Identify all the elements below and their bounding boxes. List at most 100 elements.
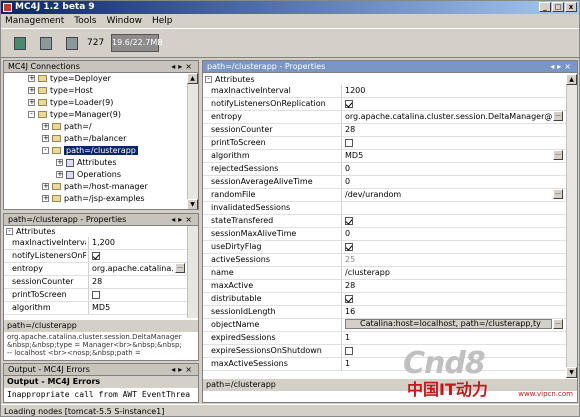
tree-node[interactable]: + path=/host-manager [4, 181, 148, 193]
minimize-button[interactable]: _ [539, 2, 551, 12]
property-value-button[interactable]: Catalina:host=localhost, path=/clusterap… [345, 319, 552, 329]
tree-node[interactable]: + type=Host [4, 85, 93, 97]
panel-controls[interactable]: ◂▸× [171, 61, 195, 73]
property-checkbox[interactable] [345, 215, 552, 226]
property-row[interactable]: sessionCounter 28 [203, 124, 566, 137]
tree-node[interactable]: + type=Loader(9) [4, 97, 113, 109]
property-row[interactable]: maxInactiveInterval 1,200 [4, 237, 188, 250]
expand-icon[interactable]: + [42, 123, 49, 130]
scroll-down-icon[interactable]: ▼ [187, 199, 198, 209]
gc-button[interactable] [61, 33, 81, 53]
expand-icon[interactable]: + [28, 87, 35, 94]
property-value[interactable]: 0 [345, 176, 552, 187]
collapse-icon[interactable]: - [205, 76, 212, 83]
property-value[interactable]: 1 [345, 332, 552, 343]
collapse-icon[interactable]: - [28, 111, 35, 118]
property-checkbox[interactable] [345, 137, 552, 148]
property-value[interactable]: MD5 [345, 150, 552, 161]
main-panel-controls[interactable]: ◂▸× [550, 61, 574, 73]
checkbox-checked-icon[interactable] [345, 294, 353, 303]
property-row[interactable]: notifyListenersOnReplication [203, 98, 566, 111]
property-value[interactable]: 0 [345, 228, 552, 239]
property-value[interactable]: 0 [345, 163, 552, 174]
menu-management[interactable]: Management [5, 14, 64, 28]
property-value[interactable]: 28 [345, 124, 552, 135]
disconnect-button[interactable] [35, 33, 55, 53]
property-row[interactable]: randomFile/dev/urandom... [203, 189, 566, 202]
property-value[interactable]: org.apache.catalina.cluster.session.Delt… [345, 111, 552, 122]
property-row[interactable]: invalidatedSessions [203, 202, 566, 215]
attributes-section[interactable]: - Attributes [203, 74, 566, 85]
memory-indicator[interactable]: 19.6/22.7MB [111, 34, 163, 52]
checkbox-checked-icon[interactable] [345, 99, 353, 108]
attributes-section[interactable]: - Attributes [4, 226, 188, 237]
checkbox-checked-icon[interactable] [345, 216, 353, 225]
output-title[interactable]: Output - MC4J Errors [8, 365, 90, 374]
tree-node[interactable]: + Attributes [4, 157, 117, 169]
property-row[interactable]: algorithm MD5 [4, 302, 188, 315]
property-row[interactable]: sessionAverageAliveTime 0 [203, 176, 566, 189]
property-row[interactable]: distributable [203, 293, 566, 306]
checkbox-unchecked-icon[interactable] [345, 346, 353, 355]
mini-scrollbar[interactable] [187, 226, 198, 318]
property-row[interactable]: stateTransfered [203, 215, 566, 228]
ellipsis-button[interactable]: ... [553, 319, 563, 329]
property-row[interactable]: entropy org.apache.catalina.cluster.sessi… [203, 111, 566, 124]
main-scrollbar[interactable]: ▲ ▼ [566, 74, 577, 378]
tree-node[interactable]: + type=Deployer [4, 73, 111, 85]
tree-node[interactable]: + Operations [4, 169, 121, 181]
collapse-icon[interactable]: - [42, 147, 49, 154]
expand-icon[interactable]: + [28, 99, 35, 106]
property-value[interactable]: 25 [345, 254, 552, 265]
scroll-up-icon[interactable]: ▲ [566, 74, 577, 85]
property-value[interactable]: org.apache.catalina.cl [92, 263, 174, 274]
property-row[interactable]: rejectedSessions 0 [203, 163, 566, 176]
checkbox-checked-icon[interactable] [92, 251, 100, 260]
property-row[interactable]: name/clusterapp [203, 267, 566, 280]
property-row[interactable]: printToScreen [4, 289, 188, 302]
checkbox-checked-icon[interactable] [345, 242, 353, 251]
output-tab[interactable]: Output - MC4J Errors [4, 376, 198, 388]
property-checkbox[interactable] [92, 289, 174, 300]
property-row[interactable]: maxInactiveInterval 1200 [203, 85, 566, 98]
ellipsis-button[interactable]: ... [553, 150, 563, 160]
expand-icon[interactable]: + [42, 195, 49, 202]
ellipsis-button[interactable]: ... [553, 111, 563, 121]
property-value[interactable]: 28 [345, 280, 552, 291]
property-checkbox[interactable] [345, 293, 552, 304]
property-value[interactable]: /clusterapp [345, 267, 552, 278]
property-value[interactable]: 1,200 [92, 237, 174, 248]
property-row[interactable]: printToScreen [203, 137, 566, 150]
property-value[interactable]: 16 [345, 306, 552, 317]
property-row[interactable]: expiredSessions 1 [203, 332, 566, 345]
property-value[interactable]: /dev/urandom [345, 189, 552, 200]
menu-window[interactable]: Window [106, 14, 142, 28]
property-row[interactable]: notifyListenersOnRepl [4, 250, 188, 263]
property-value[interactable]: 28 [92, 276, 174, 287]
property-row[interactable]: useDirtyFlag [203, 241, 566, 254]
output-panel-controls[interactable]: ◂▸× [171, 364, 195, 376]
property-checkbox[interactable] [345, 241, 552, 252]
property-row[interactable]: sessionIdLength 16 [203, 306, 566, 319]
menu-help[interactable]: Help [152, 14, 173, 28]
ellipsis-button[interactable]: ... [175, 263, 185, 273]
tree-node[interactable]: + path=/jsp-examples [4, 193, 145, 205]
tree-scrollbar[interactable]: ▲ ▼ [187, 73, 198, 209]
property-checkbox[interactable] [345, 98, 552, 109]
tree-node[interactable]: - path=/clusterapp [4, 145, 138, 157]
connect-button[interactable] [9, 33, 29, 53]
tree-node[interactable]: + path=/balancer [4, 133, 126, 145]
property-row[interactable]: objectName Catalina:host=localhost, path=… [203, 319, 566, 332]
property-row[interactable]: maxActive 28 [203, 280, 566, 293]
checkbox-unchecked-icon[interactable] [92, 290, 100, 299]
property-value[interactable]: 1200 [345, 85, 552, 96]
expand-icon[interactable]: + [56, 171, 63, 178]
expand-icon[interactable]: + [56, 159, 63, 166]
maximize-button[interactable]: □ [552, 2, 564, 12]
close-button[interactable]: x [565, 2, 577, 12]
menu-tools[interactable]: Tools [74, 14, 96, 28]
mini-panel-controls[interactable]: ◂▸× [171, 214, 195, 226]
ellipsis-button[interactable]: ... [553, 189, 563, 199]
expand-icon[interactable]: + [42, 135, 49, 142]
expand-icon[interactable]: + [42, 183, 49, 190]
